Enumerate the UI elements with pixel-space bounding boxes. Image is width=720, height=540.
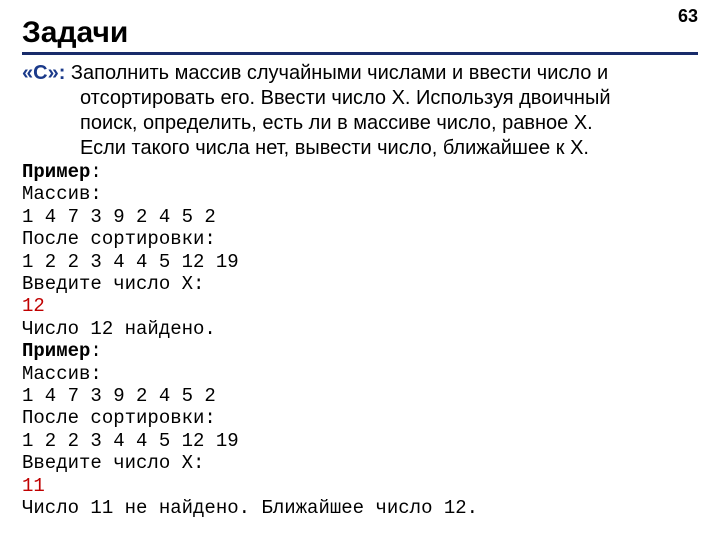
page-number: 63: [678, 6, 698, 27]
example-1-colon: :: [90, 161, 101, 183]
example-1-array-values: 1 4 7 3 9 2 4 5 2: [22, 206, 216, 228]
example-2-sorted-label: После сортировки:: [22, 407, 216, 429]
example-2-prompt: Введите число X:: [22, 452, 204, 474]
example-1: Пример: Массив: 1 4 7 3 9 2 4 5 2 После …: [22, 161, 698, 340]
slide-page: 63 Задачи «C»: Заполнить массив случайны…: [0, 0, 720, 540]
example-2-result: Число 11 не найдено. Ближайшее число 12.: [22, 497, 478, 519]
example-1-array-label: Массив:: [22, 183, 102, 205]
example-2: Пример: Массив: 1 4 7 3 9 2 4 5 2 После …: [22, 340, 698, 519]
example-2-array-label: Массив:: [22, 363, 102, 385]
example-1-sorted-label: После сортировки:: [22, 228, 216, 250]
example-2-sorted-values: 1 2 2 3 4 4 5 12 19: [22, 430, 239, 452]
example-1-header: Пример: [22, 161, 90, 183]
task-line-1: Заполнить массив случайными числами и вв…: [65, 62, 608, 84]
task-line-4: Если такого числа нет, вывести число, бл…: [22, 136, 698, 161]
example-1-x-value: 12: [22, 295, 45, 317]
example-2-x-value: 11: [22, 475, 45, 497]
title-underline: [22, 52, 698, 55]
example-1-prompt: Введите число X:: [22, 273, 204, 295]
task-line-3: поиск, определить, есть ли в массиве чис…: [22, 111, 698, 136]
page-title: Задачи: [22, 16, 698, 50]
example-2-colon: :: [90, 340, 101, 362]
level-c-label: «C»:: [22, 62, 65, 84]
example-2-header: Пример: [22, 340, 90, 362]
example-1-result: Число 12 найдено.: [22, 318, 216, 340]
example-2-array-values: 1 4 7 3 9 2 4 5 2: [22, 385, 216, 407]
task-line-2: отсортировать его. Ввести число X. Испол…: [22, 86, 698, 111]
example-1-sorted-values: 1 2 2 3 4 4 5 12 19: [22, 251, 239, 273]
task-description: «C»: Заполнить массив случайными числами…: [22, 61, 698, 161]
